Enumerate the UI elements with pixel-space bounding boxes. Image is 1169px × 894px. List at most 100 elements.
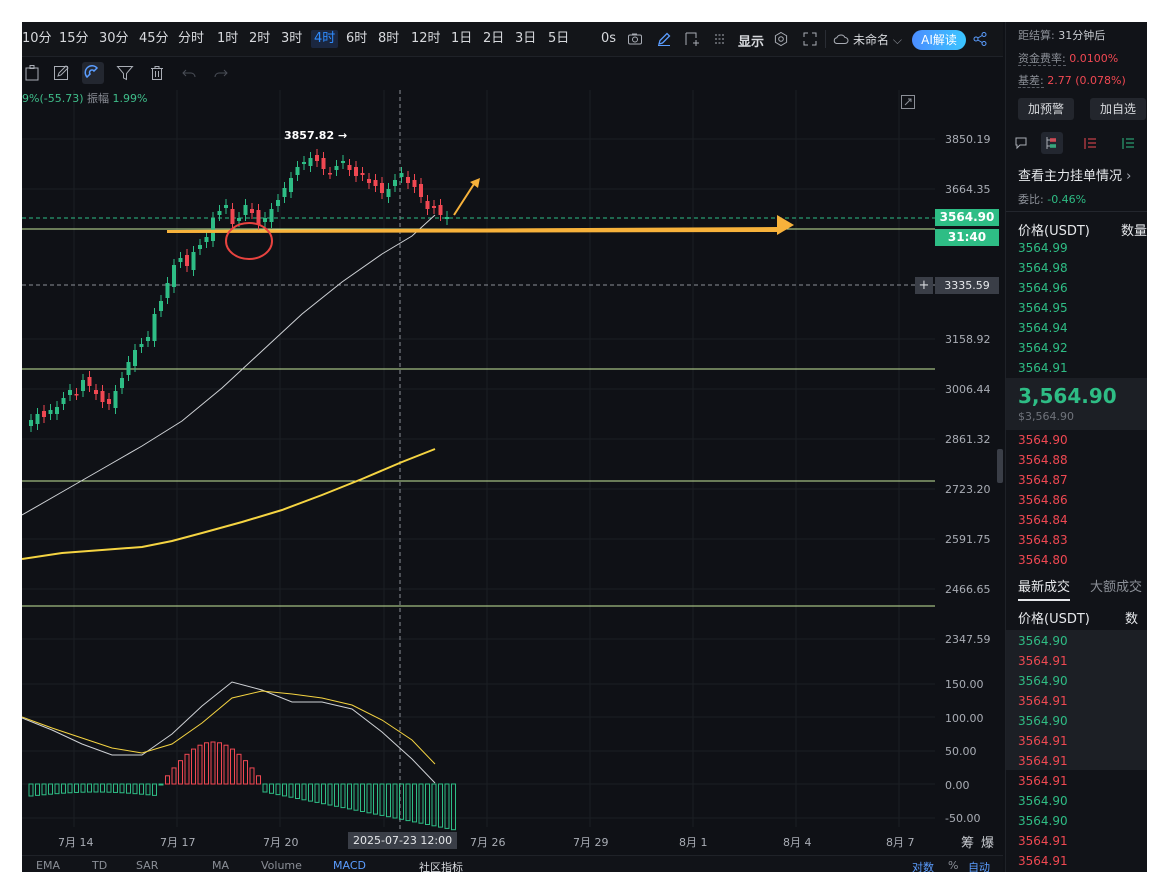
asks-only-icon[interactable]: [1081, 134, 1099, 152]
magnet-icon[interactable]: [82, 62, 104, 84]
macd-histogram-bar: [386, 783, 391, 818]
timeframe-timeline[interactable]: 分时: [178, 30, 204, 48]
macd-histogram-bar: [126, 783, 131, 794]
ask-row[interactable]: 3564.98: [1006, 258, 1147, 278]
undo-icon[interactable]: [178, 62, 200, 84]
bid-row[interactable]: 3564.88: [1006, 450, 1147, 470]
trade-row: 3564.90: [1006, 791, 1147, 811]
expand-icon[interactable]: [802, 31, 818, 47]
macd-tick: 150.00: [945, 678, 984, 691]
liquidation-button[interactable]: 爆: [981, 832, 994, 851]
chip-distribution-button[interactable]: 筹: [961, 832, 974, 851]
macd-histogram-bar: [87, 783, 92, 793]
ask-row[interactable]: 3564.91: [1006, 358, 1147, 378]
timeframe-4h[interactable]: 4时: [311, 30, 339, 48]
bid-row[interactable]: 3564.90: [1006, 430, 1147, 450]
share-icon[interactable]: [972, 31, 988, 47]
timeframe-2h[interactable]: 2时: [249, 30, 270, 48]
fullscreen-icon[interactable]: [900, 94, 916, 110]
candle-body: [302, 162, 306, 164]
macd-histogram-bar: [438, 783, 443, 828]
candle-body: [321, 158, 326, 169]
amplitude-label: 振幅: [87, 92, 109, 105]
price-tick: 2347.59: [945, 633, 991, 646]
layout-name-dropdown[interactable]: 未命名 ⌵: [853, 31, 902, 48]
timeframe-5d[interactable]: 5日: [548, 30, 569, 48]
ask-row[interactable]: 3564.94: [1006, 318, 1147, 338]
timeframe-30m[interactable]: 30分: [99, 30, 129, 48]
menu-lines-icon[interactable]: [712, 31, 728, 47]
macd-tick: 100.00: [945, 712, 984, 725]
candle-body: [74, 394, 79, 396]
filter-icon[interactable]: [114, 62, 136, 84]
price-chart[interactable]: 3850.19 3664.35 3158.92 3006.44 2861.32 …: [22, 22, 1003, 872]
timeframe-10m[interactable]: 10分: [22, 30, 52, 48]
indicator-macd[interactable]: MACD: [333, 859, 366, 872]
candle-body: [133, 350, 137, 366]
display-menu[interactable]: 显示: [738, 31, 764, 50]
log-scale-toggle[interactable]: 对数: [912, 859, 934, 872]
tab-large-trades[interactable]: 大额成交: [1090, 576, 1142, 595]
ask-row[interactable]: 3564.99: [1006, 238, 1147, 258]
community-indicators[interactable]: 社区指标: [419, 859, 463, 872]
macd-histogram-bar: [35, 783, 40, 796]
pencil-icon[interactable]: [656, 31, 672, 47]
bid-row[interactable]: 3564.80: [1006, 550, 1147, 570]
note-edit-icon[interactable]: [51, 62, 73, 84]
timeframe-2d[interactable]: 2日: [483, 30, 504, 48]
chart-toolbar: 10分 15分 30分 45分 分时 1时 2时 3时 4时 6时 8时 12时…: [22, 22, 1003, 57]
timeframe-1d[interactable]: 1日: [451, 30, 472, 48]
trash-icon[interactable]: [146, 62, 168, 84]
add-alert-button[interactable]: 加预警: [1018, 98, 1074, 120]
timeframe-12h[interactable]: 12时: [411, 30, 441, 48]
bid-row[interactable]: 3564.87: [1006, 470, 1147, 490]
candle-body: [29, 420, 33, 426]
candle-body: [256, 210, 261, 225]
macd-histogram-bar: [347, 783, 352, 810]
macd-histogram-bar: [54, 783, 60, 795]
split-view-icon[interactable]: [1041, 132, 1063, 154]
timeframe-3h[interactable]: 3时: [281, 30, 302, 48]
indicator-td[interactable]: TD: [92, 859, 107, 872]
add-alert-icon[interactable]: +: [915, 277, 933, 294]
indicator-ma[interactable]: MA: [212, 859, 229, 872]
timeframe-45m[interactable]: 45分: [139, 30, 169, 48]
macd-histogram-bar: [327, 783, 333, 806]
candle-body: [373, 180, 378, 186]
add-watchlist-button[interactable]: 加自选: [1090, 98, 1146, 120]
bid-row[interactable]: 3564.86: [1006, 490, 1147, 510]
ask-row[interactable]: 3564.95: [1006, 298, 1147, 318]
tab-latest-trades[interactable]: 最新成交: [1018, 576, 1071, 601]
ma-slow-line: [22, 448, 436, 560]
indicator-sar[interactable]: SAR: [136, 859, 158, 872]
clipboard-icon[interactable]: [22, 62, 44, 84]
percent-scale-toggle[interactable]: %: [948, 859, 958, 872]
timeframe-15m[interactable]: 15分: [59, 30, 89, 48]
timeframe-6h[interactable]: 6时: [346, 30, 367, 48]
indicator-ema[interactable]: EMA: [36, 859, 60, 872]
timeframe-1h[interactable]: 1时: [217, 30, 238, 48]
chart-canvas[interactable]: [22, 22, 1003, 872]
bid-row[interactable]: 3564.83: [1006, 530, 1147, 550]
camera-icon[interactable]: [627, 31, 643, 47]
bubble-view-icon[interactable]: [1012, 134, 1030, 152]
countdown-toggle[interactable]: 0s: [601, 31, 616, 46]
date-tick: 7月 20: [263, 836, 299, 849]
ask-row[interactable]: 3564.92: [1006, 338, 1147, 358]
ask-row[interactable]: 3564.96: [1006, 278, 1147, 298]
main-orders-link[interactable]: 查看主力挂单情况 ›: [1018, 165, 1131, 184]
bids-only-icon[interactable]: [1119, 134, 1137, 152]
bid-row[interactable]: 3564.84: [1006, 510, 1147, 530]
redo-icon[interactable]: [210, 62, 232, 84]
ai-analysis-button[interactable]: AI解读: [912, 30, 966, 50]
indicator-volume[interactable]: Volume: [261, 859, 302, 872]
panel-collapse-handle[interactable]: [997, 449, 1003, 483]
settings-gear-icon[interactable]: [773, 31, 789, 47]
timeframe-8h[interactable]: 8时: [378, 30, 399, 48]
add-indicator-icon[interactable]: [684, 31, 700, 47]
trade-row: 3564.90: [1006, 711, 1147, 731]
timeframe-3d[interactable]: 3日: [515, 30, 536, 48]
auto-scale-toggle[interactable]: 自动: [968, 859, 990, 872]
cloud-icon[interactable]: [832, 31, 849, 47]
macd-histogram-bar: [236, 753, 242, 785]
